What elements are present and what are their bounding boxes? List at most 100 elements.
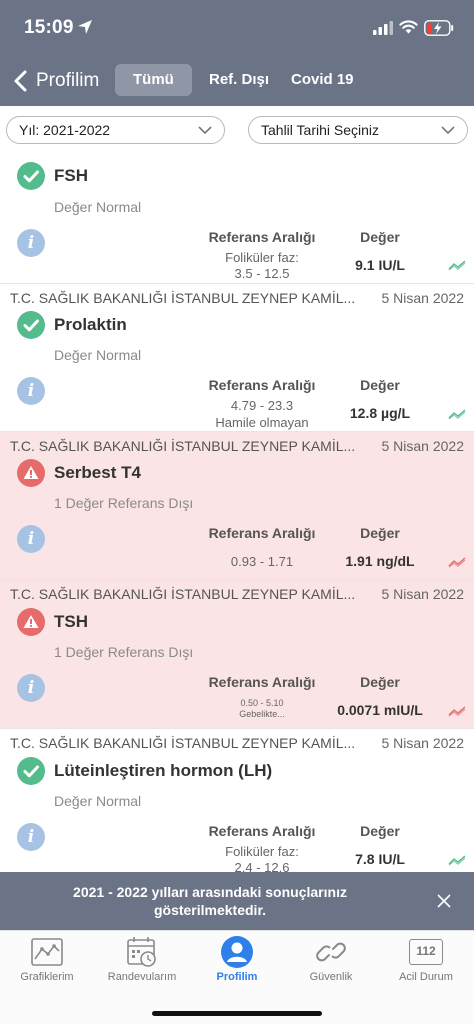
result-date: 5 Nisan 2022	[381, 290, 464, 306]
result-card[interactable]: T.C. SAĞLIK BAKANLIĞI İSTANBUL ZEYNEP KA…	[0, 729, 474, 872]
tab-randevularim[interactable]: Randevularım	[95, 931, 189, 993]
result-status: 1 Değer Referans Dışı	[54, 495, 194, 511]
check-icon	[17, 311, 45, 339]
segment-covid[interactable]: Covid 19	[273, 64, 372, 96]
segment-all[interactable]: Tümü	[115, 64, 192, 96]
value-header: Değer	[360, 229, 400, 245]
reference-range-header: Referans Aralığı	[208, 229, 316, 245]
chart-icon	[31, 938, 63, 966]
chevron-down-icon	[198, 126, 212, 135]
value-header: Değer	[360, 377, 400, 393]
wifi-icon	[399, 20, 418, 34]
calendar-clock-icon	[127, 937, 156, 967]
tab-label: Profilim	[216, 971, 258, 983]
test-date-select-value: Tahlil Tarihi Seçiniz	[261, 122, 380, 138]
result-value: 1.91 ng/dL	[345, 553, 415, 569]
link-icon	[316, 942, 346, 962]
result-card[interactable]: T.C. SAĞLIK BAKANLIĞI İSTANBUL ZEYNEP KA…	[0, 580, 474, 729]
close-icon[interactable]	[436, 893, 452, 909]
reference-range-line: 0.50 - 5.10	[240, 698, 284, 708]
source-row: T.C. SAĞLIK BAKANLIĞI İSTANBUL ZEYNEP KA…	[0, 580, 474, 608]
reference-range-line: 0.93 - 1.71	[230, 554, 294, 569]
info-icon[interactable]: i	[17, 823, 45, 851]
battery-low-charging-icon	[424, 20, 454, 36]
reference-range-line: 4.79 - 23.3	[230, 398, 294, 413]
tab-label: Acil Durum	[399, 971, 453, 983]
trend-chart-icon[interactable]	[448, 259, 466, 271]
app-header: 15:09 Profilim Tümü Ref. Dışı Covid 19	[0, 0, 474, 106]
trend-chart-icon[interactable]	[448, 705, 466, 717]
reference-range-header: Referans Aralığı	[208, 674, 316, 690]
result-value: 12.8 µg/L	[349, 405, 411, 421]
status-time: 15:09	[24, 17, 74, 38]
emergency-112-icon: 112	[409, 939, 443, 965]
lab-source-name: T.C. SAĞLIK BAKANLIĞI İSTANBUL ZEYNEP KA…	[10, 586, 356, 602]
source-row: T.C. SAĞLIK BAKANLIĞI İSTANBUL ZEYNEP KA…	[0, 284, 474, 312]
result-value: 9.1 IU/L	[355, 257, 405, 273]
reference-range-line: Foliküler faz:	[225, 844, 299, 859]
info-icon[interactable]: i	[17, 229, 45, 257]
chevron-down-icon	[441, 126, 455, 135]
reference-range-header: Referans Aralığı	[208, 377, 316, 393]
info-icon[interactable]: i	[17, 377, 45, 405]
result-value: 0.0071 mIU/L	[337, 702, 423, 718]
trend-chart-icon[interactable]	[448, 854, 466, 866]
warning-icon	[17, 459, 45, 487]
trend-chart-icon[interactable]	[448, 556, 466, 568]
year-select-value: Yıl: 2021-2022	[19, 122, 111, 138]
test-name: Prolaktin	[54, 315, 127, 334]
reference-range-header: Referans Aralığı	[208, 525, 316, 541]
results-list: FSH Değer Normal i Referans Aralığı Değe…	[0, 156, 474, 872]
result-status: Değer Normal	[54, 347, 142, 363]
tab-grafiklerim[interactable]: Grafiklerim	[0, 931, 94, 993]
back-label: Profilim	[36, 70, 100, 91]
source-row: T.C. SAĞLIK BAKANLIĞI İSTANBUL ZEYNEP KA…	[0, 432, 474, 460]
back-button[interactable]: Profilim	[12, 66, 99, 96]
tab-acil-durum[interactable]: 112 Acil Durum	[379, 931, 473, 993]
result-status: Değer Normal	[54, 199, 142, 215]
trend-chart-icon[interactable]	[448, 408, 466, 420]
value-header: Değer	[360, 674, 400, 690]
result-card[interactable]: T.C. SAĞLIK BAKANLIĞI İSTANBUL ZEYNEP KA…	[0, 432, 474, 580]
result-date: 5 Nisan 2022	[381, 735, 464, 751]
result-card[interactable]: T.C. SAĞLIK BAKANLIĞI İSTANBUL ZEYNEP KA…	[0, 284, 474, 432]
result-card[interactable]: FSH Değer Normal i Referans Aralığı Değe…	[0, 156, 474, 284]
result-value: 7.8 IU/L	[355, 851, 405, 867]
info-icon[interactable]: i	[17, 525, 45, 553]
value-header: Değer	[360, 525, 400, 541]
info-icon[interactable]: i	[17, 674, 45, 702]
toast-message: 2021 - 2022 yılları arasındaki sonuçları…	[73, 884, 347, 918]
test-name: Lüteinleştiren hormon (LH)	[54, 761, 273, 780]
result-status: Değer Normal	[54, 793, 142, 809]
reference-range-line: 3.5 - 12.5	[234, 266, 290, 281]
filter-bar: Yıl: 2021-2022 Tahlil Tarihi Seçiniz	[0, 106, 474, 156]
chevron-left-icon	[14, 70, 27, 92]
result-status: 1 Değer Referans Dışı	[54, 644, 194, 660]
check-icon	[17, 757, 45, 785]
reference-range-header: Referans Aralığı	[208, 823, 316, 839]
reference-range-line: Foliküler faz:	[225, 250, 299, 265]
profile-icon	[221, 936, 253, 968]
result-date: 5 Nisan 2022	[381, 586, 464, 602]
tab-guvenlik[interactable]: Güvenlik	[284, 931, 378, 993]
status-bar: 15:09	[0, 0, 474, 56]
source-row: T.C. SAĞLIK BAKANLIĞI İSTANBUL ZEYNEP KA…	[0, 729, 474, 757]
lab-source-name: T.C. SAĞLIK BAKANLIĞI İSTANBUL ZEYNEP KA…	[10, 735, 356, 751]
emergency-number: 112	[416, 944, 436, 958]
home-indicator[interactable]	[152, 1011, 322, 1016]
location-arrow-icon	[78, 20, 92, 34]
tab-profilim[interactable]: Profilim	[190, 931, 284, 993]
test-date-select[interactable]: Tahlil Tarihi Seçiniz	[248, 116, 468, 144]
lab-source-name: T.C. SAĞLIK BAKANLIĞI İSTANBUL ZEYNEP KA…	[10, 438, 356, 454]
reference-range-line: 2.4 - 12.6	[234, 860, 290, 872]
warning-icon	[17, 608, 45, 636]
lab-source-name: T.C. SAĞLIK BAKANLIĞI İSTANBUL ZEYNEP KA…	[10, 290, 356, 306]
check-icon	[17, 162, 45, 190]
tab-label: Grafiklerim	[20, 971, 74, 983]
nav-bar: Profilim Tümü Ref. Dışı Covid 19	[0, 56, 474, 104]
tab-label: Güvenlik	[309, 971, 353, 983]
year-select[interactable]: Yıl: 2021-2022	[6, 116, 225, 144]
tab-label: Randevularım	[107, 971, 177, 983]
test-name: Serbest T4	[54, 463, 141, 482]
value-header: Değer	[360, 823, 400, 839]
